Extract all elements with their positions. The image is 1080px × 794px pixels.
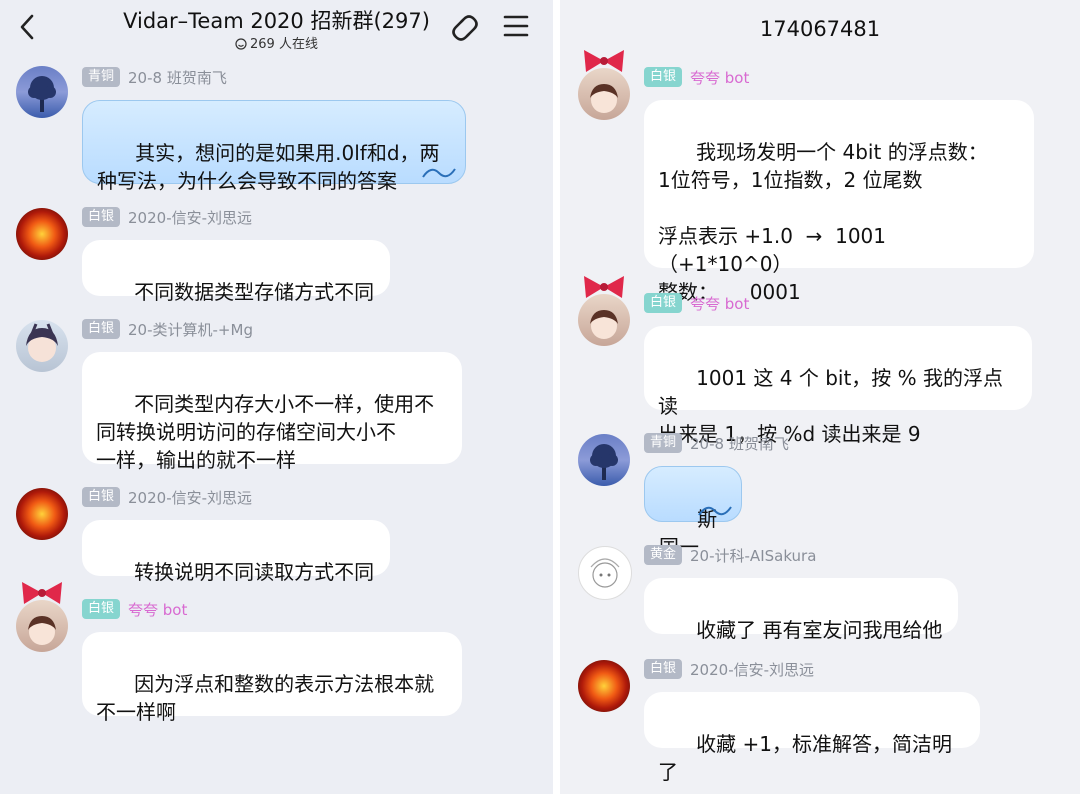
message-bubble[interactable]: 不同类型内存大小不一样，使用不 同转换说明访问的存储空间大小不 一样，输出的就不… xyxy=(82,352,462,472)
message-text: 我现场发明一个 4bit 的浮点数： 1位符号，1位指数，2 位尾数 浮点表示 … xyxy=(658,140,988,304)
sender-meta: 白银 2020-信安-刘思远 xyxy=(82,486,252,508)
online-smile-icon xyxy=(235,38,247,50)
level-badge: 白银 xyxy=(82,487,121,507)
sender-name[interactable]: 2020-信安-刘思远 xyxy=(690,659,814,680)
sender-name[interactable]: 2020-信安-刘思远 xyxy=(128,487,252,508)
bow-avatar[interactable] xyxy=(16,600,68,652)
anime-avatar[interactable] xyxy=(16,320,68,372)
wave-decoration-icon xyxy=(422,168,456,178)
level-badge: 白银 xyxy=(82,207,121,227)
level-badge: 白银 xyxy=(82,319,121,339)
sender-name[interactable]: 2020-信安-刘思远 xyxy=(128,207,252,228)
message-text: 因为浮点和整数的表示方法根本就 不一样啊 xyxy=(96,672,435,724)
panel-divider xyxy=(553,0,560,794)
wave-decoration-icon xyxy=(698,506,732,516)
red-bow-icon xyxy=(22,582,62,604)
bow-avatar[interactable] xyxy=(578,294,630,346)
sender-name[interactable]: 20-计科-AISakura xyxy=(690,545,816,566)
tree-avatar[interactable] xyxy=(16,66,68,118)
sender-meta: 白银 夸夸 bot xyxy=(644,292,749,314)
message-bubble[interactable]: 收藏了 再有室友问我甩给他 xyxy=(644,578,958,642)
level-badge: 白银 xyxy=(644,659,683,679)
level-badge: 黄金 xyxy=(644,545,683,565)
message-text: 转换说明不同读取方式不同 xyxy=(134,560,375,584)
sender-name[interactable]: 20-8 班贺南飞 xyxy=(128,67,227,88)
sender-meta: 白银 2020-信安-刘思远 xyxy=(644,658,814,680)
sender-name[interactable]: 夸夸 bot xyxy=(690,293,749,314)
sender-meta: 白银 夸夸 bot xyxy=(82,598,187,620)
group-number-title: 174067481 xyxy=(759,17,881,41)
level-badge: 青铜 xyxy=(82,67,121,87)
right-chat-panel: 174067481 白银 夸夸 bot 我现场发明一个 4bit 的浮点数： 1… xyxy=(560,0,1080,794)
sender-meta: 黄金 20-计科-AISakura xyxy=(644,544,816,566)
level-badge: 白银 xyxy=(644,67,683,87)
level-badge: 白银 xyxy=(644,293,683,313)
online-count-text: 269 人在线 xyxy=(250,37,318,52)
sender-name[interactable]: 20-8 班贺南飞 xyxy=(690,433,789,454)
message-text: 不同类型内存大小不一样，使用不 同转换说明访问的存储空间大小不 一样，输出的就不… xyxy=(96,392,435,472)
sketch-avatar[interactable] xyxy=(578,546,632,600)
sender-meta: 青铜 20-8 班贺南飞 xyxy=(82,66,227,88)
menu-icon[interactable] xyxy=(502,12,530,40)
message-text: 收藏了 再有室友问我甩给他 xyxy=(696,618,943,642)
flower-avatar[interactable] xyxy=(16,488,68,540)
message-bubble[interactable]: 因为浮点和整数的表示方法根本就 不一样啊 xyxy=(82,632,462,724)
level-badge: 青铜 xyxy=(644,433,683,453)
tree-avatar[interactable] xyxy=(578,434,630,486)
message-bubble[interactable]: 收藏 +1，标准解答，简洁明了 xyxy=(644,692,980,784)
message-bubble[interactable]: 其实，想问的是如果用.0lf和d，两 种写法，为什么会导致不同的答案 xyxy=(82,100,466,193)
message-bubble[interactable]: 不同数据类型存储方式不同 xyxy=(82,240,390,304)
sender-meta: 白银 2020-信安-刘思远 xyxy=(82,206,252,228)
sender-meta: 白银 夸夸 bot xyxy=(644,66,749,88)
message-bubble[interactable]: 斯国一 xyxy=(644,466,742,559)
flower-avatar[interactable] xyxy=(578,660,630,712)
message-bubble[interactable]: 我现场发明一个 4bit 的浮点数： 1位符号，1位指数，2 位尾数 浮点表示 … xyxy=(644,100,1034,304)
left-chat-panel: Vidar–Team 2020 招新群(297) 269 人在线 青铜 20-8… xyxy=(0,0,553,794)
flower-avatar[interactable] xyxy=(16,208,68,260)
sender-name[interactable]: 20-类计算机-+Mg xyxy=(128,319,253,340)
sender-meta: 青铜 20-8 班贺南飞 xyxy=(644,432,789,454)
message-text: 不同数据类型存储方式不同 xyxy=(134,280,375,304)
link-icon[interactable] xyxy=(446,10,484,46)
sender-name[interactable]: 夸夸 bot xyxy=(128,599,187,620)
red-bow-icon xyxy=(584,50,624,72)
sender-meta: 白银 20-类计算机-+Mg xyxy=(82,318,253,340)
sender-name[interactable]: 夸夸 bot xyxy=(690,67,749,88)
level-badge: 白银 xyxy=(82,599,121,619)
chat-header: Vidar–Team 2020 招新群(297) 269 人在线 xyxy=(0,0,553,58)
message-text: 收藏 +1，标准解答，简洁明了 xyxy=(658,732,952,784)
message-text: 其实，想问的是如果用.0lf和d，两 种写法，为什么会导致不同的答案 xyxy=(97,141,440,193)
message-bubble[interactable]: 1001 这 4 个 bit，按 % 我的浮点 读 出来是 1，按 %d 读出来… xyxy=(644,326,1032,446)
message-bubble[interactable]: 转换说明不同读取方式不同 xyxy=(82,520,390,584)
bow-avatar[interactable] xyxy=(578,68,630,120)
red-bow-icon xyxy=(584,276,624,298)
